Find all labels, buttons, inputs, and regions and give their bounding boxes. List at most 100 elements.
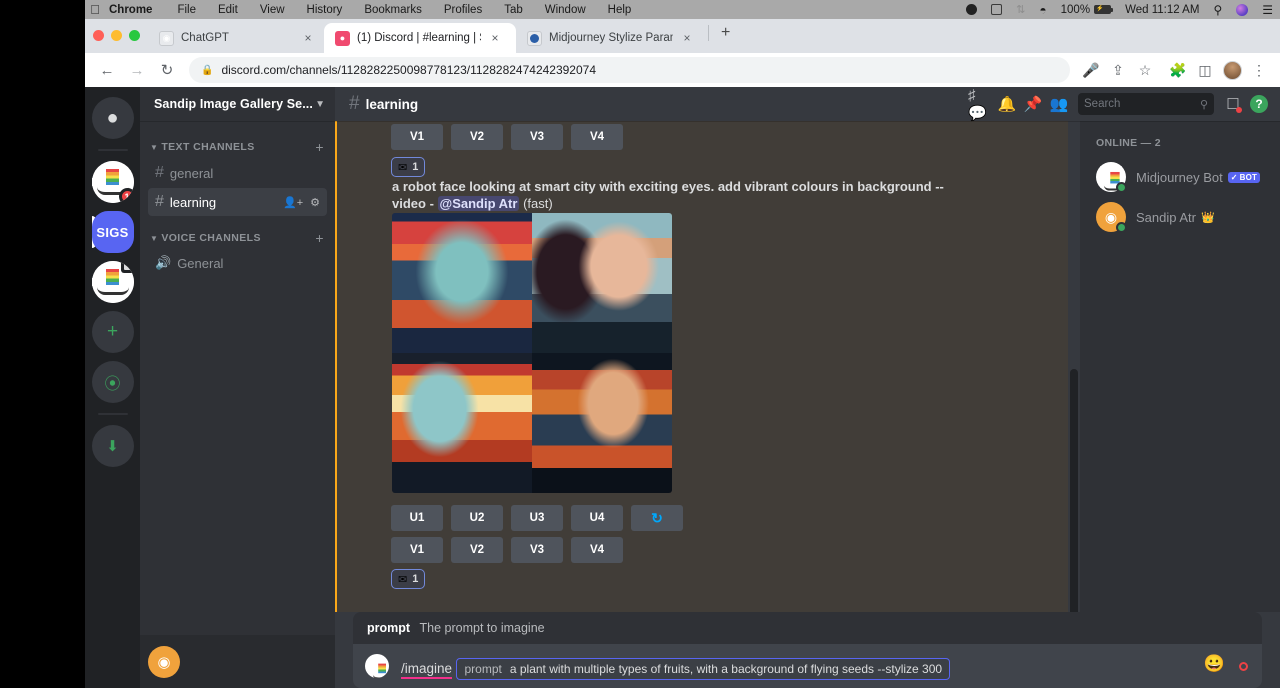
grid-image-4[interactable] bbox=[532, 353, 672, 493]
variation-button-v3[interactable]: V3 bbox=[511, 537, 563, 563]
variation-button-v2[interactable]: V2 bbox=[451, 124, 503, 150]
notifications-bell-icon[interactable]: 🔔 bbox=[994, 91, 1020, 117]
address-bar[interactable]: 🔒 discord.com/channels/11282822500987781… bbox=[189, 57, 1070, 83]
slash-command-chip[interactable]: /imagine bbox=[401, 661, 452, 679]
inbox-icon[interactable]: ☐ bbox=[1220, 91, 1246, 117]
variation-button-v4[interactable]: V4 bbox=[571, 537, 623, 563]
apple-menu-icon[interactable]:  bbox=[85, 2, 105, 17]
grid-image-2[interactable] bbox=[532, 213, 672, 353]
spotlight-search-icon[interactable]: ⚲ bbox=[1206, 3, 1229, 17]
window-controls[interactable] bbox=[93, 30, 140, 41]
explore-servers-button[interactable]: ⦿ bbox=[92, 361, 134, 403]
forward-button[interactable]: → bbox=[123, 56, 151, 84]
upscale-button-u1[interactable]: U1 bbox=[391, 505, 443, 531]
grid-image-3[interactable] bbox=[392, 353, 532, 493]
wifi-icon[interactable]: ◓ bbox=[1032, 3, 1053, 17]
menu-window[interactable]: Window bbox=[534, 4, 597, 16]
reroll-button[interactable]: ↻ bbox=[631, 505, 683, 531]
discord-home-button[interactable]: ● bbox=[92, 97, 134, 139]
screen-icon[interactable] bbox=[984, 4, 1009, 15]
maximize-window-button[interactable] bbox=[129, 30, 140, 41]
share-icon[interactable]: ⇪ bbox=[1105, 57, 1131, 83]
channel-settings-icon[interactable]: ⚙ bbox=[310, 196, 320, 209]
reaction-envelope-top[interactable]: ✉ 1 bbox=[391, 157, 425, 177]
tab-close-icon[interactable]: × bbox=[488, 31, 502, 45]
variation-button-v1[interactable]: V1 bbox=[391, 537, 443, 563]
variation-button-v1[interactable]: V1 bbox=[391, 124, 443, 150]
guild-sailboat-1[interactable]: 1 bbox=[92, 161, 134, 203]
upscale-button-u2[interactable]: U2 bbox=[451, 505, 503, 531]
bluetooth-icon[interactable]: ⇅ bbox=[1009, 3, 1032, 16]
category-voice-channels[interactable]: ▼ VOICE CHANNELS + bbox=[140, 226, 335, 249]
menu-file[interactable]: File bbox=[166, 4, 207, 16]
grid-image-1[interactable] bbox=[392, 213, 532, 353]
record-voice-icon[interactable] bbox=[1239, 662, 1248, 671]
message-scroller[interactable]: V1 V2 V3 V4 ✉ 1 a robot fac bbox=[335, 121, 1080, 612]
midjourney-image-grid[interactable] bbox=[392, 213, 672, 493]
profile-avatar[interactable] bbox=[1219, 57, 1245, 83]
tab-chatgpt[interactable]: ◉ ChatGPT × bbox=[148, 23, 324, 53]
sidebar-item-general[interactable]: # general bbox=[148, 159, 327, 187]
siri-icon[interactable] bbox=[1229, 4, 1255, 16]
tab-close-icon[interactable]: × bbox=[680, 31, 694, 45]
menu-history[interactable]: History bbox=[296, 4, 354, 16]
category-text-channels[interactable]: ▼ TEXT CHANNELS + bbox=[140, 135, 335, 158]
sidebar-item-voice-general[interactable]: 🔊 General bbox=[148, 250, 327, 276]
record-icon[interactable] bbox=[959, 4, 984, 15]
menubar-clock[interactable]: Wed 11:12 AM bbox=[1118, 4, 1206, 16]
extensions-puzzle-icon[interactable]: 🧩 bbox=[1165, 57, 1191, 83]
sidebar-item-learning[interactable]: # learning 👤+ ⚙ bbox=[148, 188, 327, 216]
avatar[interactable] bbox=[1096, 162, 1126, 192]
mic-icon[interactable]: 🎤 bbox=[1078, 57, 1104, 83]
tab-midjourney-stylize[interactable]: Midjourney Stylize Parameter × bbox=[516, 23, 706, 53]
variation-button-v2[interactable]: V2 bbox=[451, 537, 503, 563]
close-window-button[interactable] bbox=[93, 30, 104, 41]
prompt-input-value[interactable]: a plant with multiple types of fruits, w… bbox=[510, 662, 942, 676]
guild-sailboat-2[interactable] bbox=[92, 261, 134, 303]
tab-discord[interactable]: ● (1) Discord | #learning | Sandi × bbox=[324, 23, 516, 53]
guild-sigs[interactable]: SIGS bbox=[92, 211, 134, 253]
command-argument[interactable]: prompt a plant with multiple types of fr… bbox=[456, 658, 950, 680]
message-input-bar[interactable]: /imagine prompt a plant with multiple ty… bbox=[353, 644, 1262, 688]
battery-status[interactable]: 100% ⚡ bbox=[1054, 4, 1118, 16]
create-channel-icon[interactable]: + bbox=[315, 139, 327, 155]
kebab-menu-icon[interactable]: ⋮ bbox=[1246, 57, 1272, 83]
reaction-envelope-bottom[interactable]: ✉ 1 bbox=[391, 569, 425, 589]
menu-edit[interactable]: Edit bbox=[207, 4, 249, 16]
minimize-window-button[interactable] bbox=[111, 30, 122, 41]
chevron-down-icon[interactable]: ▼ bbox=[315, 99, 325, 110]
menu-bookmarks[interactable]: Bookmarks bbox=[353, 4, 433, 16]
bookmark-star-icon[interactable]: ☆ bbox=[1132, 57, 1158, 83]
avatar[interactable]: ◉ bbox=[148, 646, 180, 678]
menu-profiles[interactable]: Profiles bbox=[433, 4, 493, 16]
new-tab-button[interactable]: + bbox=[711, 24, 740, 48]
threads-icon[interactable]: ♯💬 bbox=[968, 91, 994, 117]
menu-help[interactable]: Help bbox=[597, 4, 643, 16]
menu-tab[interactable]: Tab bbox=[493, 4, 534, 16]
control-center-icon[interactable]: ☰ bbox=[1255, 3, 1280, 17]
pinned-messages-icon[interactable]: 📌 bbox=[1020, 91, 1046, 117]
variation-button-v3[interactable]: V3 bbox=[511, 124, 563, 150]
server-header[interactable]: Sandip Image Gallery Se... ▼ bbox=[140, 87, 335, 121]
list-item[interactable]: Midjourney Bot ✓ BOT bbox=[1096, 157, 1272, 197]
menu-view[interactable]: View bbox=[249, 4, 296, 16]
upscale-button-u3[interactable]: U3 bbox=[511, 505, 563, 531]
add-server-button[interactable]: + bbox=[92, 311, 134, 353]
user-mention[interactable]: @Sandip Atr bbox=[438, 196, 520, 211]
menu-app-name[interactable]: Chrome bbox=[105, 4, 166, 16]
create-channel-icon[interactable]: + bbox=[315, 230, 327, 246]
user-panel[interactable]: ◉ bbox=[140, 635, 335, 688]
variation-button-v4[interactable]: V4 bbox=[571, 124, 623, 150]
message-scrollbar[interactable] bbox=[1070, 369, 1078, 612]
avatar[interactable]: ◉ bbox=[1096, 202, 1126, 232]
reload-button[interactable]: ↻ bbox=[153, 56, 181, 84]
emoji-picker-icon[interactable]: 😀 bbox=[1204, 654, 1225, 674]
invite-member-icon[interactable]: 👤+ bbox=[283, 196, 303, 209]
upscale-button-u4[interactable]: U4 bbox=[571, 505, 623, 531]
download-apps-button[interactable]: ⬇ bbox=[92, 425, 134, 467]
list-item[interactable]: ◉ Sandip Atr 👑 bbox=[1096, 197, 1272, 237]
tab-close-icon[interactable]: × bbox=[301, 31, 315, 45]
side-panel-icon[interactable]: ◫ bbox=[1192, 57, 1218, 83]
help-icon[interactable]: ? bbox=[1246, 91, 1272, 117]
search-input[interactable]: Search ⚲ bbox=[1078, 93, 1214, 115]
